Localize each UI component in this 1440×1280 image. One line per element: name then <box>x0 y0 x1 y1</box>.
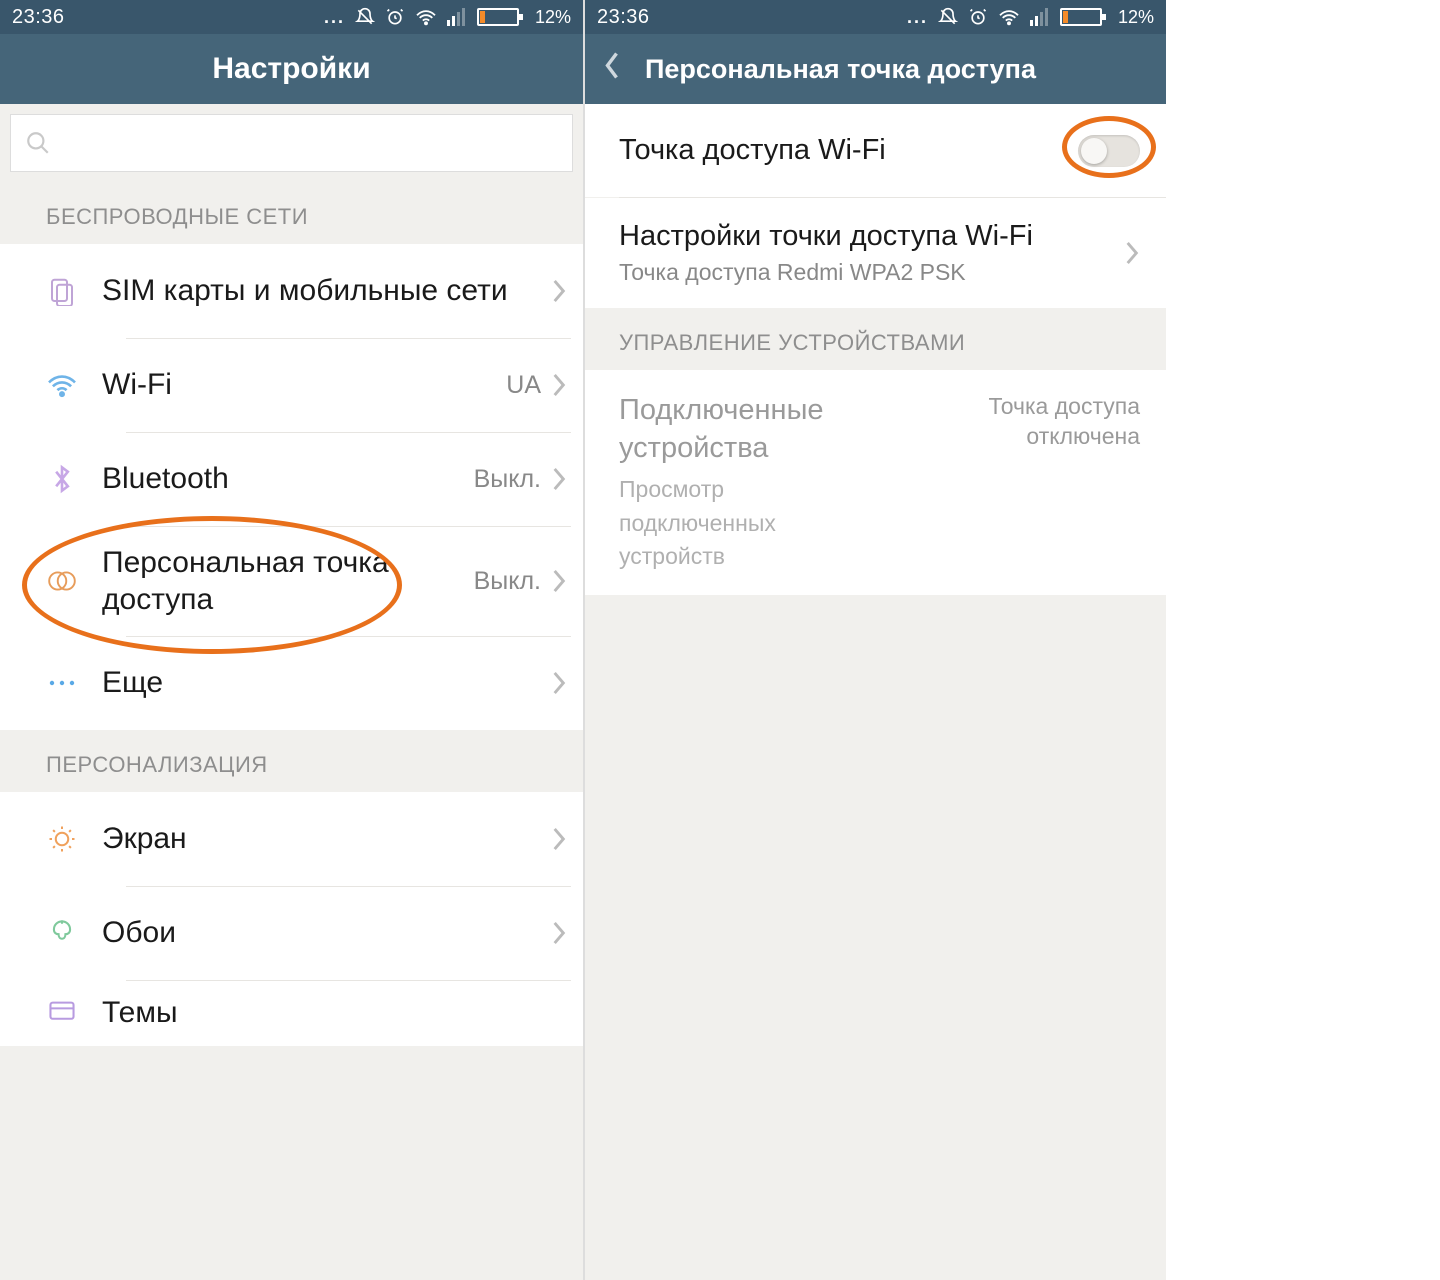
dnd-icon <box>938 7 958 27</box>
battery-icon <box>477 8 521 26</box>
header-title: Персональная точка доступа <box>645 54 1036 85</box>
row-sub: Просмотр подключенных устройств <box>619 473 879 573</box>
more-icon <box>47 678 77 688</box>
section-devices: УПРАВЛЕНИЕ УСТРОЙСТВАМИ <box>585 308 1166 370</box>
row-more[interactable]: Еще <box>0 636 583 730</box>
row-hotspot-toggle[interactable]: Точка доступа Wi-Fi <box>585 104 1166 197</box>
row-label: Обои <box>102 914 551 952</box>
chevron-right-icon <box>551 826 567 852</box>
chevron-right-icon <box>551 372 567 398</box>
sim-icon <box>47 276 77 306</box>
signal-icon <box>447 8 467 26</box>
section-personalization: ПЕРСОНАЛИЗАЦИЯ <box>0 730 583 792</box>
chevron-left-icon <box>603 51 621 81</box>
row-value: Выкл. <box>474 465 541 494</box>
status-more-icon: ... <box>907 7 928 28</box>
search-container <box>0 104 583 182</box>
brightness-icon <box>47 824 77 854</box>
row-label: SIM карты и мобильные сети <box>102 272 551 310</box>
row-wifi[interactable]: Wi-Fi UA <box>0 338 583 432</box>
row-label: Подключенные устройства <box>619 392 950 467</box>
row-label: Темы <box>102 994 567 1032</box>
status-more-icon: ... <box>324 7 345 28</box>
row-sub: Точка доступа Redmi WPA2 PSK <box>619 259 1124 286</box>
wireless-list: SIM карты и мобильные сети Wi-Fi UA Blue… <box>0 244 583 730</box>
alarm-icon <box>968 7 988 27</box>
chevron-right-icon <box>551 568 567 594</box>
battery-percent: 12% <box>1118 7 1154 28</box>
hotspot-icon <box>46 569 78 593</box>
status-bar: 23:36 ... 12% <box>585 0 1166 34</box>
signal-icon <box>1030 8 1050 26</box>
wifi-icon <box>415 8 437 26</box>
dnd-icon <box>355 7 375 27</box>
chevron-right-icon <box>551 278 567 304</box>
row-label: Wi-Fi <box>102 366 506 404</box>
row-value: UA <box>506 371 541 400</box>
row-hotspot-settings[interactable]: Настройки точки доступа Wi-Fi Точка дост… <box>585 198 1166 308</box>
status-time: 23:36 <box>597 6 650 29</box>
themes-icon <box>47 999 77 1027</box>
wifi-icon <box>998 8 1020 26</box>
chevron-right-icon <box>551 920 567 946</box>
chevron-right-icon <box>551 466 567 492</box>
row-label: Bluetooth <box>102 460 474 498</box>
row-wallpaper[interactable]: Обои <box>0 886 583 980</box>
search-input[interactable] <box>10 114 573 172</box>
personalization-list: Экран Обои Темы <box>0 792 583 1046</box>
row-sim[interactable]: SIM карты и мобильные сети <box>0 244 583 338</box>
chevron-right-icon <box>1124 240 1140 266</box>
row-bluetooth[interactable]: Bluetooth Выкл. <box>0 432 583 526</box>
back-button[interactable] <box>603 51 621 88</box>
header-title: Настройки <box>212 52 370 86</box>
battery-icon <box>1060 8 1104 26</box>
row-value: Выкл. <box>474 567 541 596</box>
header: Настройки <box>0 34 583 104</box>
row-themes[interactable]: Темы <box>0 980 583 1046</box>
row-label: Экран <box>102 820 551 858</box>
status-time: 23:36 <box>12 6 65 29</box>
battery-percent: 12% <box>535 7 571 28</box>
row-label: Еще <box>102 664 551 702</box>
row-label: Персональная точка доступа <box>102 544 474 619</box>
blank-area <box>1166 0 1440 1280</box>
wifi-hotspot-toggle[interactable] <box>1078 135 1140 167</box>
row-label: Настройки точки доступа Wi-Fi <box>619 220 1124 253</box>
header: Персональная точка доступа <box>585 34 1166 104</box>
section-wireless: БЕСПРОВОДНЫЕ СЕТИ <box>0 182 583 244</box>
bluetooth-icon <box>50 463 74 495</box>
row-connected-devices: Подключенные устройства Просмотр подключ… <box>585 370 1166 595</box>
row-hotspot[interactable]: Персональная точка доступа Выкл. <box>0 526 583 636</box>
hotspot-screen: 23:36 ... 12% Персональная точка доступа… <box>583 0 1166 1280</box>
row-side: Точка доступа отключена <box>950 392 1140 452</box>
search-icon <box>25 130 51 156</box>
status-bar: 23:36 ... 12% <box>0 0 583 34</box>
wifi-icon <box>46 372 78 398</box>
settings-screen: 23:36 ... 12% Настройки БЕСПРОВОДНЫЕ СЕТ… <box>0 0 583 1280</box>
row-screen[interactable]: Экран <box>0 792 583 886</box>
wallpaper-icon <box>48 918 76 948</box>
empty-area <box>585 595 1166 1195</box>
chevron-right-icon <box>551 670 567 696</box>
alarm-icon <box>385 7 405 27</box>
row-label: Точка доступа Wi-Fi <box>619 134 1078 167</box>
